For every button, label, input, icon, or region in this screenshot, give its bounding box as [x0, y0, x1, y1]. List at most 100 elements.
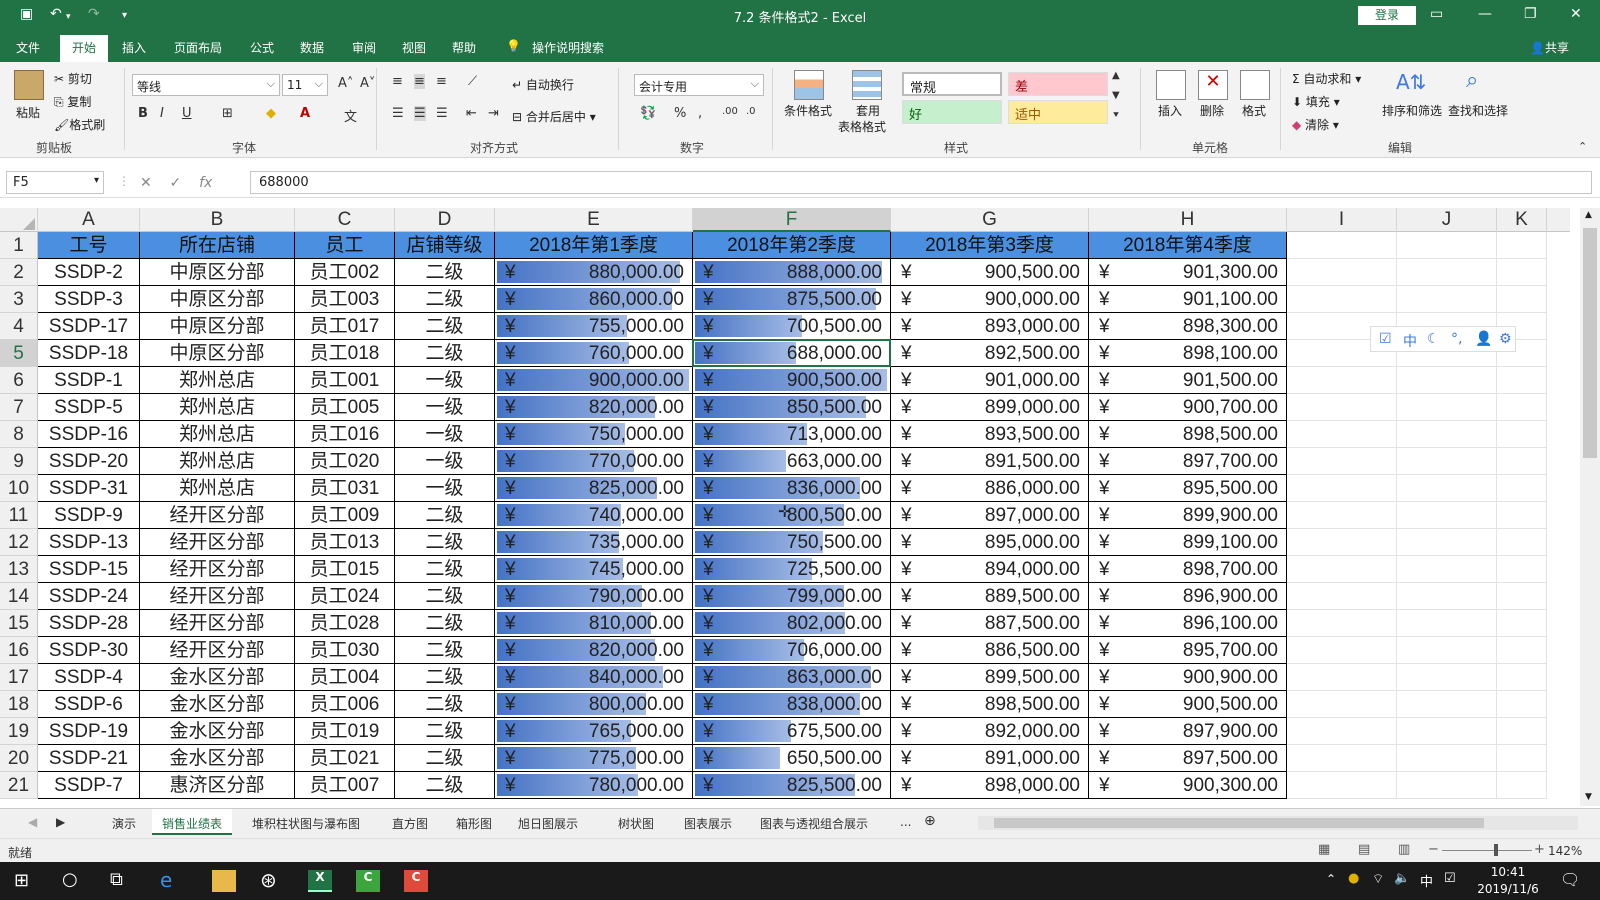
conditional-format-button[interactable]: 条件格式	[784, 102, 832, 119]
table-cell[interactable]: 一级	[395, 421, 495, 448]
empty-cell[interactable]	[1497, 502, 1547, 529]
empty-cell[interactable]	[1397, 637, 1497, 664]
tell-me-search[interactable]: 操作说明搜索	[532, 39, 604, 56]
currency-cell[interactable]: ¥888,000.00	[693, 259, 891, 286]
style-normal[interactable]: 常规	[902, 72, 1002, 96]
column-header-h[interactable]: H	[1089, 208, 1287, 232]
decrease-indent-icon[interactable]: ⇤	[466, 106, 477, 121]
table-cell[interactable]: 金水区分部	[140, 745, 295, 772]
insert-cells-button[interactable]: 插入	[1158, 102, 1182, 119]
table-cell[interactable]: 郑州总店	[140, 421, 295, 448]
zoom-level[interactable]: 142%	[1548, 844, 1582, 858]
zoom-slider[interactable]	[1442, 850, 1532, 851]
currency-cell[interactable]: ¥875,500.00	[693, 286, 891, 313]
moon-icon[interactable]: ☾	[1427, 331, 1440, 347]
add-sheet-icon[interactable]: ⊕	[924, 813, 936, 829]
currency-cell[interactable]: ¥897,500.00	[1089, 745, 1287, 772]
table-cell[interactable]: 员工004	[295, 664, 395, 691]
header-cell[interactable]: 员工	[295, 232, 395, 259]
empty-cell[interactable]	[1287, 556, 1397, 583]
paste-button[interactable]: 粘贴	[16, 104, 40, 121]
insert-function-icon[interactable]: fx	[199, 175, 212, 191]
table-cell[interactable]: 惠济区分部	[140, 772, 295, 799]
table-cell[interactable]: SSDP-9	[38, 502, 140, 529]
empty-cell[interactable]	[1397, 772, 1497, 799]
tab-review[interactable]: 审阅	[352, 39, 376, 56]
empty-cell[interactable]	[1287, 502, 1397, 529]
table-cell[interactable]: SSDP-19	[38, 718, 140, 745]
align-middle-icon[interactable]: ≡	[414, 74, 425, 89]
tray-app-icon[interactable]: ●	[1348, 871, 1359, 886]
empty-cell[interactable]	[1287, 691, 1397, 718]
empty-cell[interactable]	[1287, 610, 1397, 637]
table-cell[interactable]: 金水区分部	[140, 718, 295, 745]
table-cell[interactable]: 员工018	[295, 340, 395, 367]
tab-data[interactable]: 数据	[300, 39, 324, 56]
table-cell[interactable]: 二级	[395, 745, 495, 772]
empty-cell[interactable]	[1287, 286, 1397, 313]
currency-cell[interactable]: ¥900,000.00	[495, 367, 693, 394]
column-header-f[interactable]: F	[693, 208, 891, 232]
table-cell[interactable]: 二级	[395, 556, 495, 583]
table-cell[interactable]: 员工009	[295, 502, 395, 529]
empty-cell[interactable]	[1497, 286, 1547, 313]
table-cell[interactable]: 郑州总店	[140, 367, 295, 394]
currency-cell[interactable]: ¥901,000.00	[891, 367, 1089, 394]
normal-view-icon[interactable]: ▦	[1318, 842, 1330, 857]
table-cell[interactable]: SSDP-1	[38, 367, 140, 394]
table-cell[interactable]: 郑州总店	[140, 394, 295, 421]
row-header[interactable]: 5	[0, 340, 38, 367]
currency-cell[interactable]: ¥893,500.00	[891, 421, 1089, 448]
table-cell[interactable]: 经开区分部	[140, 529, 295, 556]
table-cell[interactable]: SSDP-6	[38, 691, 140, 718]
sort-filter-icon[interactable]: A⇅	[1396, 70, 1426, 94]
currency-cell[interactable]: ¥750,500.00	[693, 529, 891, 556]
table-cell[interactable]: SSDP-16	[38, 421, 140, 448]
ribbon-display-icon[interactable]: ▭	[1430, 6, 1443, 22]
format-cells-icon[interactable]	[1240, 70, 1270, 100]
empty-cell[interactable]	[1287, 745, 1397, 772]
empty-cell[interactable]	[1497, 718, 1547, 745]
empty-cell[interactable]	[1397, 232, 1497, 259]
clear-button[interactable]: ◆ 清除 ▾	[1292, 116, 1339, 133]
user-icon[interactable]: 👤	[1475, 331, 1492, 347]
increase-indent-icon[interactable]: ⇥	[488, 106, 499, 121]
clock-date[interactable]: 2019/11/6	[1474, 882, 1542, 896]
sort-filter-button[interactable]: 排序和筛选	[1382, 102, 1442, 119]
table-cell[interactable]: 一级	[395, 394, 495, 421]
table-cell[interactable]: SSDP-21	[38, 745, 140, 772]
login-button[interactable]: 登录	[1358, 6, 1416, 25]
currency-cell[interactable]: ¥900,300.00	[1089, 772, 1287, 799]
table-cell[interactable]: 郑州总店	[140, 475, 295, 502]
header-cell[interactable]: 2018年第2季度	[693, 232, 891, 259]
row-header[interactable]: 9	[0, 448, 38, 475]
column-header-k[interactable]: K	[1497, 208, 1547, 232]
row-header[interactable]: 7	[0, 394, 38, 421]
table-cell[interactable]: SSDP-30	[38, 637, 140, 664]
header-cell[interactable]: 2018年第3季度	[891, 232, 1089, 259]
currency-cell[interactable]: ¥750,000.00	[495, 421, 693, 448]
table-cell[interactable]: 中原区分部	[140, 259, 295, 286]
increase-font-icon[interactable]: A˄	[338, 76, 353, 91]
row-header[interactable]: 16	[0, 637, 38, 664]
currency-cell[interactable]: ¥901,500.00	[1089, 367, 1287, 394]
format-as-table-line1[interactable]: 套用	[856, 102, 880, 119]
merge-center-button[interactable]: ⊟ 合并后居中 ▾	[512, 108, 596, 125]
currency-cell[interactable]: ¥770,000.00	[495, 448, 693, 475]
table-cell[interactable]: 员工016	[295, 421, 395, 448]
name-box[interactable]: F5 ▾	[6, 171, 104, 194]
currency-cell[interactable]: ¥838,000.00	[693, 691, 891, 718]
column-header-d[interactable]: D	[395, 208, 495, 232]
align-top-icon[interactable]: ≡	[392, 74, 403, 89]
currency-cell[interactable]: ¥688,000.00	[693, 340, 891, 367]
empty-cell[interactable]	[1287, 529, 1397, 556]
number-format-select[interactable]: 会计专用 ⌵	[634, 74, 764, 96]
autosum-button[interactable]: Σ 自动求和 ▾	[1292, 70, 1361, 87]
empty-cell[interactable]	[1287, 637, 1397, 664]
table-cell[interactable]: 员工005	[295, 394, 395, 421]
row-header[interactable]: 10	[0, 475, 38, 502]
header-cell[interactable]: 店铺等级	[395, 232, 495, 259]
table-cell[interactable]: SSDP-7	[38, 772, 140, 799]
empty-cell[interactable]	[1287, 232, 1397, 259]
row-header[interactable]: 11	[0, 502, 38, 529]
